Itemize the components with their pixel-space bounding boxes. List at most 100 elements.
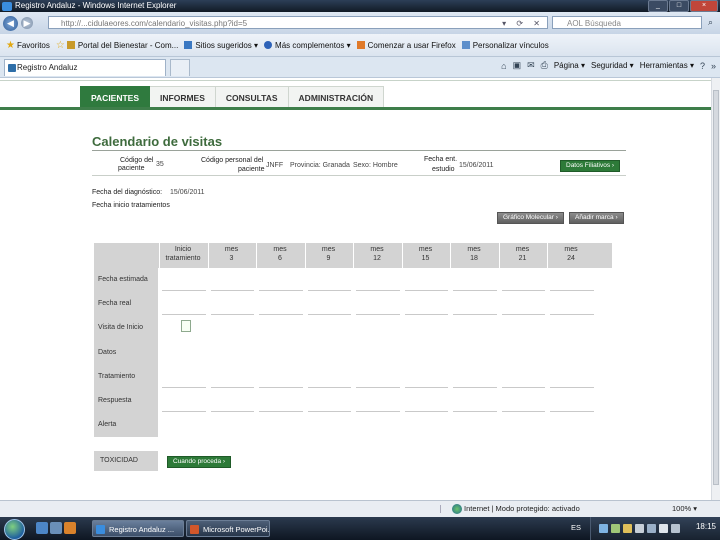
taskbar-item-powerpoint[interactable]: Microsoft PowerPoi... xyxy=(186,520,270,537)
start-button[interactable] xyxy=(4,519,25,540)
calendar-cell[interactable] xyxy=(356,314,400,316)
tab-consultas[interactable]: CONSULTAS xyxy=(215,86,289,109)
back-button[interactable]: ◀ xyxy=(3,15,18,31)
calendar-cell[interactable] xyxy=(307,411,351,413)
calendar-cell[interactable] xyxy=(404,411,448,413)
tools-menu[interactable]: Herramientas ▾ xyxy=(640,61,694,70)
codigo-personal-value: JNFF xyxy=(266,162,284,169)
calendar-cell[interactable] xyxy=(307,290,351,292)
fav-link-complementos[interactable]: Más complementos ▾ xyxy=(264,41,351,50)
zoom-level[interactable]: 100% ▾ xyxy=(672,504,697,513)
sexo-value: Sexo: Hombre xyxy=(353,162,398,169)
language-indicator[interactable]: ES xyxy=(571,523,581,532)
calendar-cell[interactable] xyxy=(162,411,206,413)
calendar-cell[interactable] xyxy=(550,411,594,413)
calendar-cell[interactable] xyxy=(501,314,545,316)
calendar-cell[interactable] xyxy=(550,387,594,388)
calendar-cell[interactable] xyxy=(259,290,303,292)
network-icon[interactable] xyxy=(647,524,656,533)
fav-link-sitios[interactable]: Sitios sugeridos ▾ xyxy=(184,41,258,50)
visits-calendar: Inicio tratamiento mes 3 mes 6 mes 9 mes 12 mes 15 m… xyxy=(94,243,612,437)
calendar-cell[interactable] xyxy=(501,411,545,413)
calendar-cell[interactable] xyxy=(162,314,206,316)
calendar-cell[interactable] xyxy=(307,387,351,388)
visita-inicio-checkbox[interactable] xyxy=(181,320,191,332)
calendar-cell[interactable] xyxy=(259,411,303,413)
calendar-cell[interactable] xyxy=(259,314,303,316)
calendar-cell[interactable] xyxy=(210,314,254,316)
tray-icon[interactable] xyxy=(599,524,608,533)
search-icon[interactable]: ⌕ xyxy=(704,16,717,29)
ie-quicklaunch-icon[interactable] xyxy=(36,522,48,534)
calendar-cell[interactable] xyxy=(404,314,448,316)
taskbar-item-ie[interactable]: Registro Andaluz ... xyxy=(92,520,184,537)
calendar-cell[interactable] xyxy=(550,290,594,292)
ie-icon xyxy=(264,41,273,49)
calendar-cell[interactable] xyxy=(501,290,545,292)
scrollbar-thumb[interactable] xyxy=(713,90,719,485)
browser-tab[interactable]: Registro Andaluz xyxy=(4,59,166,76)
calendar-cell[interactable] xyxy=(453,314,497,316)
maximize-button[interactable]: □ xyxy=(669,0,689,12)
calendar-cell[interactable] xyxy=(404,290,448,292)
show-desktop-icon[interactable] xyxy=(50,522,62,534)
close-button[interactable]: × xyxy=(690,0,718,12)
mail-icon[interactable]: ✉ xyxy=(527,60,535,71)
calendar-cell[interactable] xyxy=(453,411,497,413)
calendar-cell[interactable] xyxy=(210,411,254,413)
calendar-cell[interactable] xyxy=(356,290,400,292)
calendar-cell[interactable] xyxy=(453,387,497,388)
tray-icon[interactable] xyxy=(611,524,620,533)
feeds-icon[interactable]: ▣ xyxy=(513,60,522,71)
cuando-proceda-button[interactable]: Cuando proceda › xyxy=(167,456,232,468)
calendar-cell[interactable] xyxy=(307,314,351,316)
fav-link-label: Portal del Bienestar - Com... xyxy=(77,40,179,50)
minimize-button[interactable]: _ xyxy=(648,0,668,12)
print-icon[interactable]: ⎙ xyxy=(541,60,548,71)
help-icon[interactable]: ? xyxy=(700,61,705,71)
chevron-right-icon[interactable]: » xyxy=(711,61,716,71)
calendar-cell[interactable] xyxy=(162,387,206,388)
calendar-cell[interactable] xyxy=(501,387,545,388)
tray-icon[interactable] xyxy=(635,524,644,533)
refresh-stop-icons[interactable]: ▾ ⟳ ✕ xyxy=(502,17,544,28)
grafico-molecular-button[interactable]: Gráfico Molecular › xyxy=(497,212,564,224)
column-separator xyxy=(498,243,500,268)
calendar-column-header: mes 6 xyxy=(257,245,303,263)
fav-link-portal[interactable]: ☆ Portal del Bienestar - Com... xyxy=(56,40,178,51)
calendar-cell[interactable] xyxy=(210,387,254,388)
page-menu[interactable]: Página ▾ xyxy=(554,61,585,70)
calendar-cell[interactable] xyxy=(453,290,497,292)
home-icon[interactable]: ⌂ xyxy=(501,61,506,71)
forward-button[interactable]: ▶ xyxy=(21,17,33,29)
calendar-cell[interactable] xyxy=(162,290,206,292)
tab-pacientes[interactable]: PACIENTES xyxy=(80,86,151,109)
fav-link-label: Más complementos ▾ xyxy=(275,40,351,50)
calendar-cell[interactable] xyxy=(259,387,303,388)
battery-icon[interactable] xyxy=(671,524,680,533)
new-tab-button[interactable] xyxy=(170,59,190,76)
volume-icon[interactable] xyxy=(659,524,668,533)
fav-link-firefox[interactable]: Comenzar a usar Firefox xyxy=(356,41,456,50)
calendar-cell[interactable] xyxy=(404,387,448,388)
datos-filiativos-button[interactable]: Datos Filiativos › xyxy=(560,160,621,172)
search-input[interactable]: AOL Búsqueda xyxy=(552,16,702,29)
tab-informes[interactable]: INFORMES xyxy=(150,86,216,109)
fav-link-personalizar[interactable]: Personalizar vínculos xyxy=(461,41,549,50)
calendar-cell[interactable] xyxy=(210,290,254,292)
media-player-icon[interactable] xyxy=(64,522,76,534)
calendar-cell[interactable] xyxy=(356,411,400,413)
tray-icon[interactable] xyxy=(623,524,632,533)
calendar-cell[interactable] xyxy=(550,314,594,316)
vertical-scrollbar[interactable] xyxy=(711,78,720,500)
calendar-row-label: Fecha real xyxy=(98,300,132,308)
address-input[interactable]: http://...cidulaeores.com/calendario_vis… xyxy=(48,16,548,29)
page-icon xyxy=(461,41,470,49)
column-header-line-1: mes xyxy=(564,246,578,253)
calendar-cell[interactable] xyxy=(356,387,400,388)
safety-menu[interactable]: Seguridad ▾ xyxy=(591,61,634,70)
favorites-button[interactable]: ★ Favoritos xyxy=(6,40,50,51)
anadir-marca-button[interactable]: Añadir marca › xyxy=(569,212,624,224)
column-separator xyxy=(304,243,306,268)
tab-administracion[interactable]: ADMINISTRACIÓN xyxy=(288,86,385,109)
